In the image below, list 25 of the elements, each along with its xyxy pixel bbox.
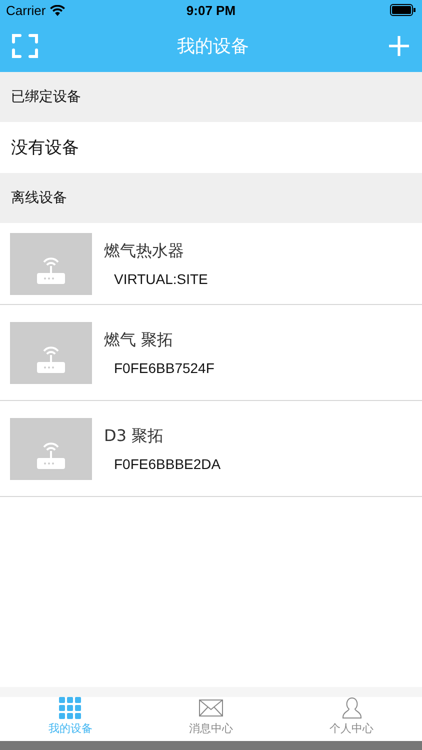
- device-id: F0FE6BBBE2DA: [113, 456, 221, 472]
- add-icon[interactable]: [388, 35, 410, 57]
- battery-icon: [390, 4, 416, 16]
- tab-item[interactable]: 个人中心: [281, 697, 422, 741]
- router-icon: [10, 418, 92, 480]
- device-name: 燃气热水器: [104, 240, 185, 262]
- page-title: 我的设备: [177, 35, 249, 58]
- device-name: 燃气 聚拓: [104, 330, 174, 350]
- section-header: 已绑定设备: [0, 72, 422, 122]
- device-id: VIRTUAL:SITE: [113, 270, 208, 286]
- router-icon: [10, 232, 92, 294]
- person-icon: [342, 697, 362, 719]
- device-name: D3 聚拓: [104, 426, 165, 446]
- section-header: 离线设备: [0, 173, 422, 223]
- wifi-icon: [50, 4, 65, 16]
- tab-item[interactable]: 消息中心: [140, 697, 282, 741]
- carrier-label: Carrier: [6, 2, 46, 18]
- device-id: F0FE6BB7524F: [113, 360, 214, 376]
- empty-message: 没有设备: [10, 137, 80, 160]
- mail-icon: [199, 697, 223, 719]
- status-time: 9:07 PM: [186, 2, 236, 18]
- scan-icon[interactable]: [12, 34, 38, 58]
- router-icon: [10, 322, 92, 384]
- grid-icon: [59, 697, 82, 719]
- tab-item[interactable]: 我的设备: [0, 697, 141, 741]
